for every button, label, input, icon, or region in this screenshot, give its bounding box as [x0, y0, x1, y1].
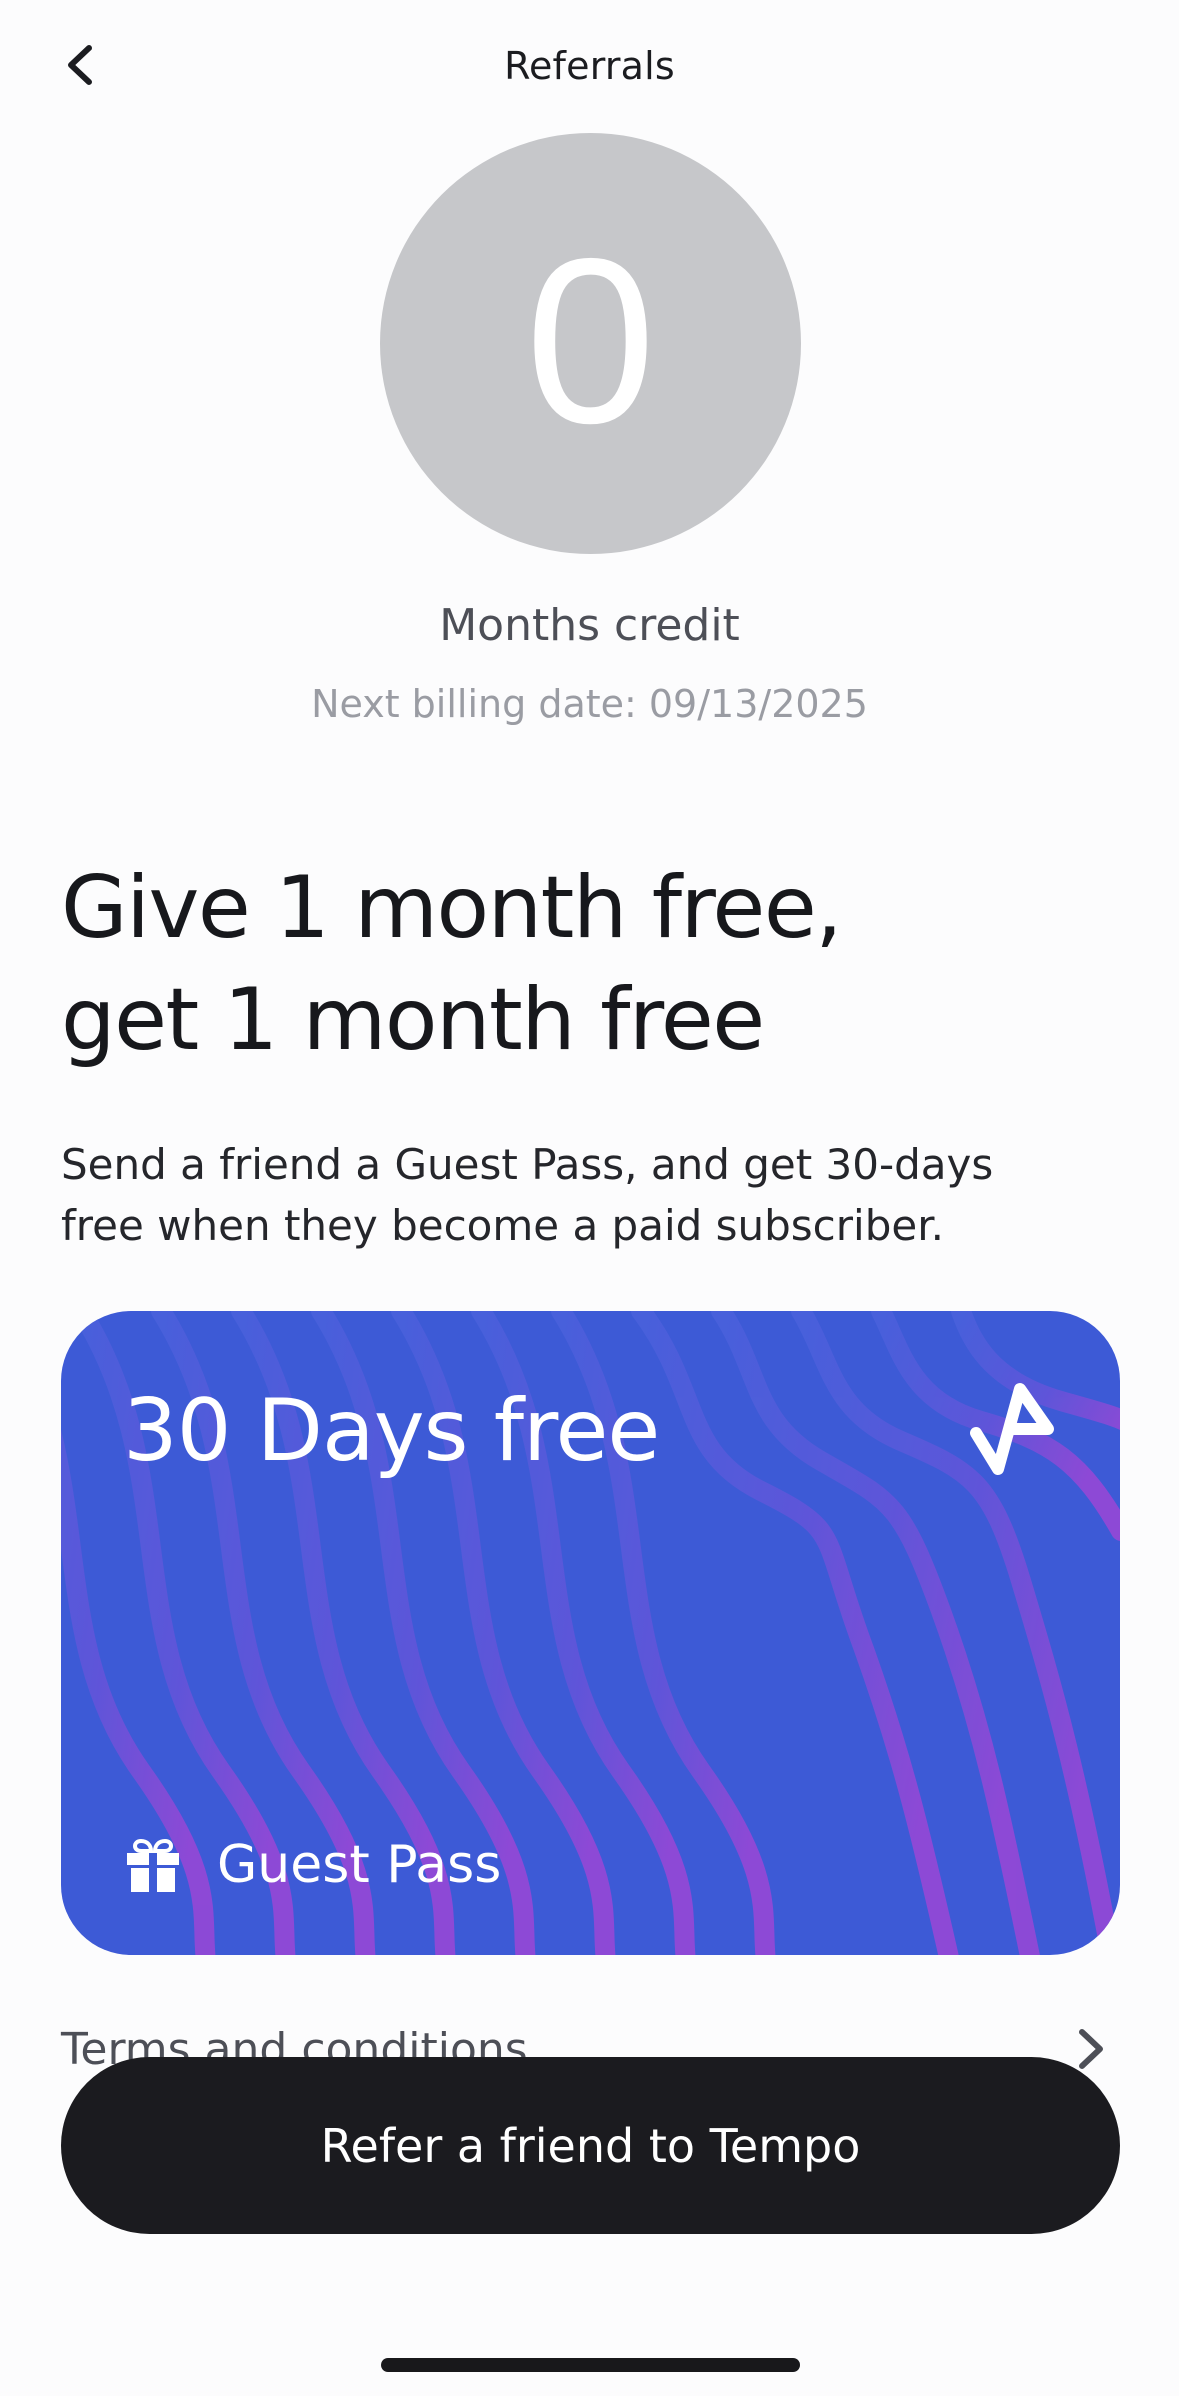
- promo-headline: Give 1 month free, get 1 month free: [61, 852, 1121, 1076]
- page-title: Referrals: [504, 44, 675, 88]
- guest-pass-headline: 30 Days free: [123, 1381, 660, 1481]
- gift-icon: [127, 1838, 179, 1892]
- promo-description: Send a friend a Guest Pass, and get 30-d…: [61, 1134, 1121, 1256]
- credit-counter-badge: 0: [380, 133, 801, 554]
- home-indicator: [381, 2358, 800, 2372]
- promo-headline-line-1: Give 1 month free,: [61, 858, 843, 958]
- promo-description-line-1: Send a friend a Guest Pass, and get 30-d…: [61, 1140, 994, 1189]
- credit-label: Months credit: [439, 600, 740, 651]
- nav-bar: Referrals: [0, 0, 1179, 140]
- next-billing-date: Next billing date: 09/13/2025: [311, 682, 868, 726]
- credit-value: 0: [525, 209, 656, 472]
- promo-headline-line-2: get 1 month free: [61, 970, 765, 1070]
- guest-pass-card[interactable]: 30 Days free Guest Pass: [61, 1311, 1120, 1955]
- guest-pass-footer: Guest Pass: [123, 1835, 501, 1895]
- chevron-right-icon: [1079, 2029, 1103, 2069]
- refer-friend-button[interactable]: Refer a friend to Tempo: [61, 2057, 1120, 2234]
- promo-description-line-2: free when they become a paid subscriber.: [61, 1201, 944, 1250]
- tempo-logo-icon: [970, 1383, 1054, 1475]
- guest-pass-label: Guest Pass: [217, 1835, 502, 1895]
